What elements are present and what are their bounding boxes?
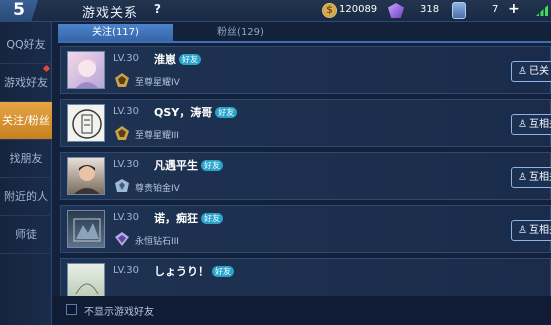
- star-rank-icon: [115, 126, 129, 140]
- tab-following[interactable]: 关注(117): [58, 24, 173, 41]
- follow-button-label: 互相关: [528, 119, 551, 130]
- followed-button[interactable]: ♙ 已关: [511, 61, 551, 82]
- rank-label: 尊贵铂金IV: [135, 184, 180, 194]
- follow-button-label: 互相关: [528, 172, 551, 183]
- friend-badge: 好友: [201, 213, 223, 224]
- list-item[interactable]: LV.30 しょうり！ 好友: [60, 258, 551, 296]
- list-item[interactable]: LV.30 QSY，涛哥好友 至尊星耀III ♙互相关: [60, 99, 551, 147]
- player-name: 淮崽 好友: [154, 51, 201, 67]
- main-panel: 关注(117) 粉丝(129) LV.30 淮崽 好友 至尊星耀IV ♙ 已关 LV…: [52, 22, 551, 325]
- calligraphy-avatar-icon: [72, 109, 102, 139]
- player-name: 诺，痴狂 好友: [154, 210, 223, 226]
- player-level: LV.30: [113, 212, 139, 223]
- help-icon[interactable]: ?: [154, 2, 161, 16]
- mutual-follow-button[interactable]: ♙互相关: [511, 220, 551, 241]
- coin-count: 120089: [339, 4, 378, 15]
- diamond-rank-icon: [115, 232, 129, 246]
- friend-badge: 好友: [179, 54, 201, 65]
- person-check-icon: ♙: [518, 225, 527, 236]
- tab-fans[interactable]: 粉丝(129): [183, 24, 298, 41]
- platinum-rank-icon: [115, 179, 129, 192]
- friend-badge: 好友: [201, 160, 223, 171]
- ticket-count: 7: [492, 4, 499, 15]
- rank-label: 至尊星耀III: [135, 131, 179, 141]
- player-name: しょうり！ 好友: [154, 263, 234, 279]
- rank-label: 至尊星耀IV: [135, 78, 180, 88]
- list-item[interactable]: LV.30 淮崽 好友 至尊星耀IV ♙ 已关: [60, 46, 551, 94]
- follow-button-label: 互相关: [528, 225, 551, 236]
- avatar: [67, 51, 105, 89]
- friend-list: LV.30 淮崽 好友 至尊星耀IV ♙ 已关 LV.30 QSY，涛哥 好友 至尊星…: [60, 46, 551, 296]
- sidebar-item-qq-friends[interactable]: QQ好友: [0, 26, 52, 64]
- ticket-icon: [452, 2, 466, 19]
- coin-icon: $: [322, 3, 337, 18]
- person-check-icon: ♙: [518, 119, 527, 130]
- player-name-text: 凡遇平生: [154, 159, 198, 172]
- player-level: LV.30: [113, 265, 139, 276]
- player-name-text: 诺，痴狂: [154, 212, 198, 225]
- add-currency-button[interactable]: +: [508, 1, 520, 17]
- avatar: [67, 157, 105, 195]
- follow-button-label: 已关: [528, 66, 549, 77]
- gem-icon: [388, 3, 404, 18]
- person-check-icon: ♙: [518, 66, 527, 77]
- friend-badge: 好友: [212, 266, 234, 277]
- signal-icon: [536, 5, 548, 16]
- anime-avatar-icon: [75, 58, 99, 88]
- sidebar-item-mentor[interactable]: 师徒: [0, 216, 52, 254]
- avatar: [67, 263, 105, 296]
- sidebar: QQ好友 游戏好友 关注/粉丝 找朋友 附近的人 师徒: [0, 22, 52, 325]
- player-level: LV.30: [113, 53, 139, 64]
- sidebar-item-follow-fans[interactable]: 关注/粉丝: [0, 102, 52, 140]
- sketch-avatar-icon: [75, 283, 99, 295]
- gem-count: 318: [420, 4, 440, 15]
- list-item[interactable]: LV.30 凡遇平生好友 尊贵铂金IV ♙互相关: [60, 152, 551, 200]
- footer: 不显示游戏好友: [52, 296, 551, 325]
- checkbox-label: 不显示游戏好友: [84, 307, 154, 318]
- person-check-icon: ♙: [518, 172, 527, 183]
- rank-label: 永恒钻石III: [135, 237, 179, 247]
- sidebar-item-find-friends[interactable]: 找朋友: [0, 140, 52, 178]
- page-title: 游戏关系: [82, 6, 139, 21]
- star-rank-icon: [115, 73, 129, 87]
- tab-bar: 关注(117) 粉丝(129): [58, 24, 551, 43]
- hide-game-friends-checkbox[interactable]: [66, 304, 77, 315]
- avatar: [67, 104, 105, 142]
- player-name-text: しょうり！: [154, 265, 209, 278]
- player-level: LV.30: [113, 106, 139, 117]
- top-bar: 5 游戏关系 ? $ 120089 318 7 +: [0, 0, 551, 22]
- player-name: QSY，涛哥 好友: [154, 104, 238, 120]
- dark-avatar-icon: [73, 218, 101, 242]
- list-item[interactable]: LV.30 诺，痴狂好友 永恒钻石III ♙互相关: [60, 205, 551, 253]
- avatar: [67, 210, 105, 248]
- back-button[interactable]: 5: [0, 0, 38, 22]
- player-name: 凡遇平生 好友: [154, 157, 223, 173]
- player-name-text: 淮崽: [154, 53, 176, 66]
- player-name-text: QSY，涛哥: [154, 106, 213, 119]
- sidebar-item-nearby[interactable]: 附近的人: [0, 178, 52, 216]
- photo-avatar-icon: [74, 165, 100, 194]
- friend-badge: 好友: [215, 107, 238, 118]
- mutual-follow-button[interactable]: ♙互相关: [511, 167, 551, 188]
- mutual-follow-button[interactable]: ♙互相关: [511, 114, 551, 135]
- player-level: LV.30: [113, 159, 139, 170]
